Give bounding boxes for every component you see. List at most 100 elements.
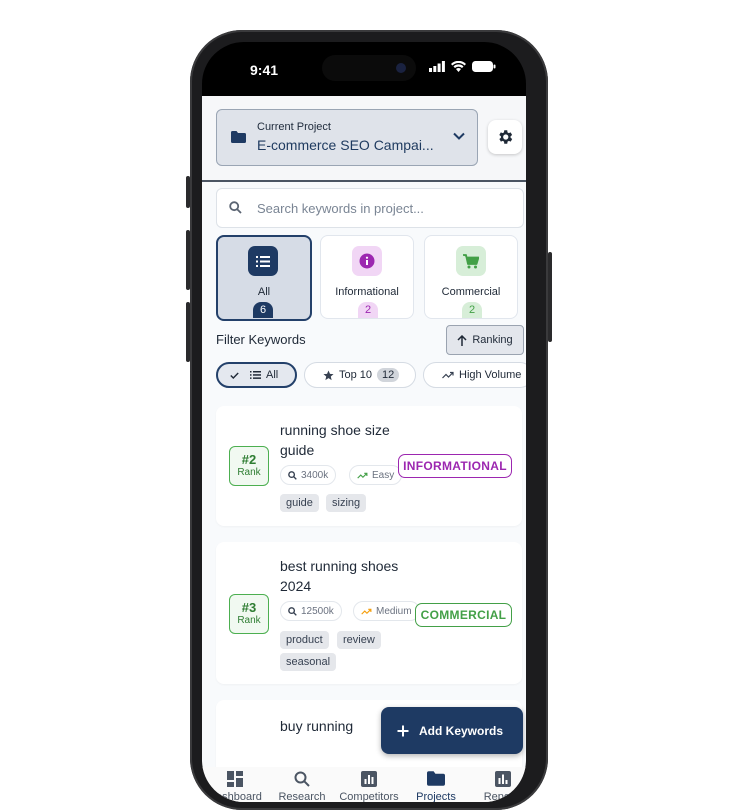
plus-icon [397,725,409,736]
nav-label: Reports [483,791,523,802]
arrow-up-icon [457,334,467,346]
keyword-tag: seasonal [280,653,337,671]
search-icon [288,470,297,480]
cart-icon [456,246,486,276]
volume-metric: 12500k [280,601,342,621]
project-name: E-commerce SEO Campai... [257,137,434,153]
keyword-text: best running shoes 2024 [280,558,399,594]
keyword-text: running shoe size guide [280,422,390,458]
status-icons [429,61,496,72]
keyword-search[interactable]: Search keywords in project... [216,188,524,228]
add-keywords-label: Add Keywords [419,723,504,738]
nav-research[interactable]: Research [269,771,335,802]
intent-badge: INFORMATIONAL [398,454,512,478]
intent-badge: COMMERCIAL [415,603,512,627]
chip-all[interactable]: All [216,362,297,388]
star-icon [323,369,334,380]
bottom-navigation: Dashboard Research Competitors Projects … [202,767,526,802]
trending-up-icon [361,608,372,615]
signal-icon [429,61,445,72]
check-icon [230,372,239,379]
status-time: 9:41 [250,62,279,78]
status-bar: 9:41 [202,42,526,96]
category-count: 2 [358,302,378,318]
difficulty-metric: Medium [353,601,420,621]
nav-competitors[interactable]: Competitors [336,771,402,802]
volume-value: 3400k [301,469,329,481]
mute-switch [186,176,190,208]
search-icon [288,606,297,616]
chip-label: High Volume [459,369,522,381]
difficulty-value: Medium [376,605,412,617]
list-icon [248,246,278,276]
intent-label: INFORMATIONAL [403,459,507,473]
folder-icon [231,131,246,143]
keyword-tag: product [280,631,329,649]
chip-high-volume[interactable]: High Volume [423,362,526,388]
volume-metric: 3400k [280,465,337,485]
keyword-tag: guide [280,494,319,512]
dashboard-icon [202,771,268,791]
volume-value: 12500k [301,605,334,617]
project-label: Current Project [257,121,331,133]
trending-up-icon [357,472,368,479]
power-button [548,252,552,342]
folder-icon [403,771,469,791]
nav-label: Projects [416,791,456,802]
keyword-tag: review [337,631,381,649]
category-label: Commercial [441,286,501,298]
volume-down-button [186,302,190,362]
category-all[interactable]: All 6 [216,235,312,321]
wifi-icon [451,61,466,72]
rank-label: Rank [237,467,261,478]
rank-value: #2 [241,452,257,467]
difficulty-metric: Easy [349,465,403,485]
chip-label: All [266,369,279,381]
category-label: Informational [335,286,399,298]
phone-frame: 9:41 Current Project E-commerce SEO Camp… [186,30,552,810]
info-icon [352,246,382,276]
nav-reports[interactable]: Reports [470,771,526,802]
dynamic-island [322,55,416,81]
filter-chips: All Top 10 12 High Volume [216,362,526,392]
search-icon [269,771,335,791]
search-input[interactable]: Search keywords in project... [257,201,424,216]
sort-button[interactable]: Ranking [446,325,524,355]
chevron-down-icon [453,132,465,140]
keyword-card[interactable]: #3 Rank best running shoes 2024 12500k M… [216,542,522,684]
nav-projects[interactable]: Projects [403,771,469,802]
settings-button[interactable] [488,120,522,154]
category-count: 2 [462,302,482,318]
category-count: 6 [253,302,273,318]
filter-title: Filter Keywords [216,332,306,347]
battery-icon [472,61,496,72]
project-selector[interactable]: Current Project E-commerce SEO Campai... [216,109,478,166]
trending-up-icon [442,371,454,379]
rank-badge: #2 Rank [229,446,269,486]
nav-label: Research [278,791,326,802]
rank-label: Rank [237,615,261,626]
keyword-card[interactable]: #2 Rank running shoe size guide 3400k Ea… [216,406,522,526]
project-header: Current Project E-commerce SEO Campai... [202,96,526,182]
gear-icon [499,130,513,144]
chip-top-10[interactable]: Top 10 12 [304,362,416,388]
nav-label: Dashboard [208,791,262,802]
volume-up-button [186,230,190,290]
report-icon [470,771,526,791]
category-filter: All 6 Informational 2 Commercial 2 [216,235,526,321]
rank-badge: #3 Rank [229,594,269,634]
camera-icon [396,63,406,73]
sort-label: Ranking [472,334,513,346]
phone-screen: 9:41 Current Project E-commerce SEO Camp… [202,42,526,802]
list-icon [250,371,261,379]
app-content: Current Project E-commerce SEO Campai...… [202,96,526,802]
nav-dashboard[interactable]: Dashboard [202,771,268,802]
nav-label: Competitors [339,791,399,802]
chip-label: Top 10 [339,369,373,381]
intent-label: COMMERCIAL [420,608,507,622]
chip-count: 12 [377,368,400,382]
add-keywords-button[interactable]: Add Keywords [381,707,523,754]
search-icon [229,201,242,214]
category-informational[interactable]: Informational 2 [320,235,414,319]
category-commercial[interactable]: Commercial 2 [424,235,518,319]
